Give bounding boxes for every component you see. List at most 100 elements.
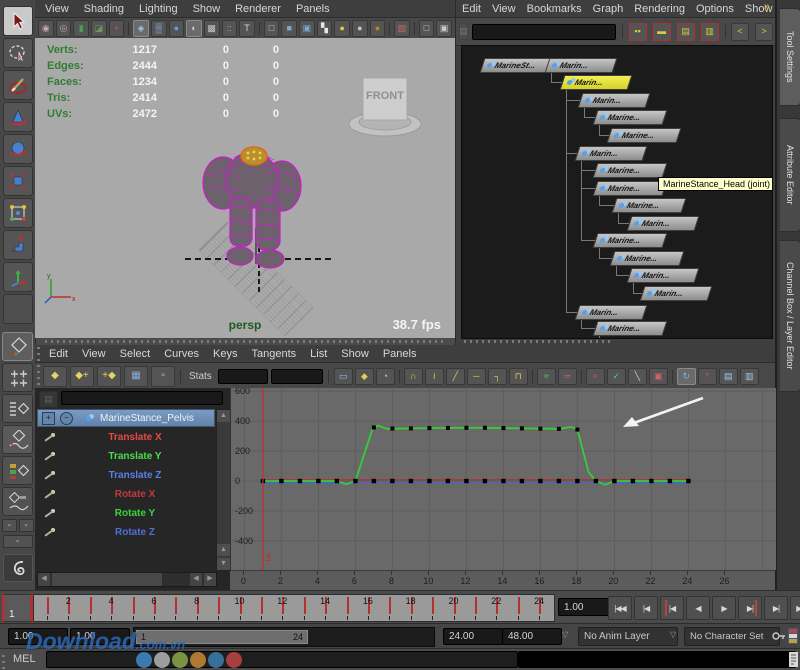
expand-icon[interactable]: + — [42, 412, 55, 425]
hypergraph-node[interactable]: Marine... — [593, 233, 668, 248]
pin-channel-icon[interactable] — [43, 470, 55, 482]
scroll-right-icon[interactable]: ▶ — [204, 573, 216, 586]
smooth-shade-icon[interactable]: ■ — [281, 20, 297, 37]
command-output[interactable] — [518, 651, 796, 668]
sidebar-tab-channel-box-layer-editor[interactable]: Channel Box / Layer Editor — [780, 240, 800, 392]
view-camera-icon[interactable]: ◉ — [38, 20, 54, 37]
step-forward-key-button[interactable]: ▶| — [764, 596, 788, 620]
frame-selected-icon[interactable]: ▣ — [436, 20, 452, 37]
hypergraph-node[interactable]: Marin... — [640, 286, 713, 301]
select-tool[interactable] — [3, 6, 33, 36]
hypergraph-node[interactable]: Marine... — [593, 110, 668, 125]
hypergraph-node[interactable]: Marin... — [627, 268, 700, 283]
anim-layer-caret-icon[interactable]: ▽ — [562, 630, 568, 639]
trax-editor-icon[interactable]: ▥ — [740, 368, 759, 385]
scale-tool[interactable] — [3, 166, 33, 196]
freeform-layout-icon[interactable]: ▬ — [653, 23, 671, 41]
swap-buffer-curve-icon[interactable]: ≃ — [558, 368, 577, 385]
shaded-wire-icon[interactable]: ◐ — [186, 20, 202, 37]
layout-persp-graph-hypergraph-button[interactable] — [2, 487, 33, 516]
isolate-select-icon[interactable]: □ — [419, 20, 435, 37]
menu-item-graph[interactable]: Graph — [593, 3, 624, 15]
step-back-frame-button[interactable]: |◀ — [660, 596, 684, 620]
stats-field-2[interactable] — [271, 369, 323, 384]
channel-row[interactable]: Translate Z — [37, 466, 215, 485]
layout-persp-graph-button[interactable] — [2, 425, 33, 454]
infinity-cycle-icon[interactable]: ↻ — [677, 368, 696, 385]
hypergraph-node[interactable]: Marine... — [607, 128, 682, 143]
menu-item-show[interactable]: Show — [341, 348, 369, 360]
auto-key-icon[interactable] — [772, 629, 786, 648]
points-display-icon[interactable]: ▒ — [151, 20, 167, 37]
range-slider-handle[interactable]: 1 24 — [136, 630, 308, 644]
hypergraph-search-input[interactable] — [472, 24, 616, 40]
menu-item-keys[interactable]: Keys — [213, 348, 237, 360]
scroll-left-icon[interactable]: ◀ — [38, 573, 50, 586]
go-to-start-button[interactable]: |◀◀ — [608, 596, 632, 620]
graph-editor-grip[interactable] — [37, 347, 40, 385]
command-line-grip[interactable] — [2, 651, 5, 669]
pin-channel-icon[interactable]: * — [698, 368, 717, 385]
step-forward-frame-button[interactable]: ▶| — [738, 596, 762, 620]
menu-item-show[interactable]: Show — [193, 3, 221, 15]
hypergraph-node[interactable]: Marine... — [593, 163, 668, 178]
free-tangent-weight-icon[interactable]: ╲ — [628, 368, 647, 385]
hypergraph-filter-icon[interactable]: ▤ — [459, 23, 468, 40]
layout-persp-outliner-button[interactable] — [2, 394, 33, 423]
select-camera-icon[interactable]: ◎ — [56, 20, 72, 37]
sidebar-tab-attribute-editor[interactable]: Attribute Editor — [780, 118, 800, 232]
command-language-toggle[interactable]: MEL — [13, 653, 36, 665]
layout-shortcut-dropdown-right[interactable]: ⌄ — [19, 519, 34, 532]
hypergraph-canvas[interactable]: MarineSt...Marin...Marin...Marin...Marin… — [461, 45, 773, 339]
no-lights-icon[interactable]: ● — [370, 20, 386, 37]
pin-channel-icon[interactable] — [43, 451, 55, 463]
frame-playback-range-icon[interactable]: ▭ — [334, 368, 353, 385]
lattice-deform-keys-tool[interactable]: ▦ — [124, 366, 148, 387]
menu-item-bookmarks[interactable]: Bookmarks — [527, 3, 582, 15]
scroll-left2-icon[interactable]: ◀ — [190, 573, 202, 586]
value-snap-icon[interactable]: ◆ — [355, 368, 374, 385]
range-slider-groove[interactable]: 1 24 — [133, 627, 435, 647]
paint-select-tool[interactable] — [3, 70, 33, 100]
channel-row[interactable]: Rotate X — [37, 485, 215, 504]
menu-item-view[interactable]: View — [492, 3, 516, 15]
scroll-up-icon[interactable]: ▲ — [217, 410, 230, 422]
channel-row[interactable]: Rotate Z — [37, 523, 215, 542]
outliner-hscrollbar[interactable]: ◀ ◀ ▶ — [37, 572, 217, 587]
layout-shortcut-dropdown-wide[interactable]: ⌄ — [3, 535, 33, 548]
channel-row[interactable]: Translate Y — [37, 447, 215, 466]
dope-sheet-icon[interactable]: ▤ — [719, 368, 738, 385]
move-tool[interactable] — [3, 102, 33, 132]
spline-tangents-icon[interactable]: ∩ — [404, 368, 423, 385]
menu-item-select[interactable]: Select — [120, 348, 151, 360]
default-light-icon[interactable]: ● — [352, 20, 368, 37]
hypergraph-menu-overflow[interactable]: » — [764, 1, 770, 13]
layout-four-view-button[interactable] — [2, 363, 33, 392]
view-cube-front-label[interactable]: FRONT — [363, 90, 407, 102]
playback-start-field[interactable] — [70, 628, 130, 645]
rotate-tool[interactable] — [3, 134, 33, 164]
selection-highlight-icon[interactable]: ▧ — [394, 20, 410, 37]
flat-tangents-icon[interactable]: ─ — [467, 368, 486, 385]
linear-tangents-icon[interactable]: ╱ — [446, 368, 465, 385]
outliner-filter-icon[interactable]: ▤ — [39, 391, 58, 408]
menu-item-curves[interactable]: Curves — [164, 348, 199, 360]
outliner-vscrollbar[interactable]: ▲ ▲ ▼ — [216, 409, 231, 571]
playback-end-field[interactable] — [443, 628, 503, 645]
xray-icon[interactable]: ▩ — [204, 20, 220, 37]
menu-item-view[interactable]: View — [45, 3, 69, 15]
hypergraph-node[interactable]: Marine... — [593, 181, 668, 196]
pin-channel-icon[interactable] — [43, 489, 55, 501]
hypergraph-node[interactable]: Marine... — [610, 251, 685, 266]
grease-pencil-icon[interactable]: + — [109, 20, 125, 37]
two-sided-lighting-icon[interactable]: :: — [222, 20, 238, 37]
insert-keys-tool[interactable]: ◆+ — [70, 366, 94, 387]
orientation-horizontal-icon[interactable]: < — [731, 23, 749, 41]
hypergraph-node[interactable]: Marin... — [575, 146, 648, 161]
viewport-panel-grip[interactable] — [45, 340, 445, 343]
shaded-icon[interactable]: ● — [169, 20, 185, 37]
menu-item-renderer[interactable]: Renderer — [235, 3, 281, 15]
hypergraph-node[interactable]: Marin... — [627, 216, 700, 231]
go-to-end-button[interactable]: ▶▶| — [790, 596, 800, 620]
menu-item-edit[interactable]: Edit — [462, 3, 481, 15]
